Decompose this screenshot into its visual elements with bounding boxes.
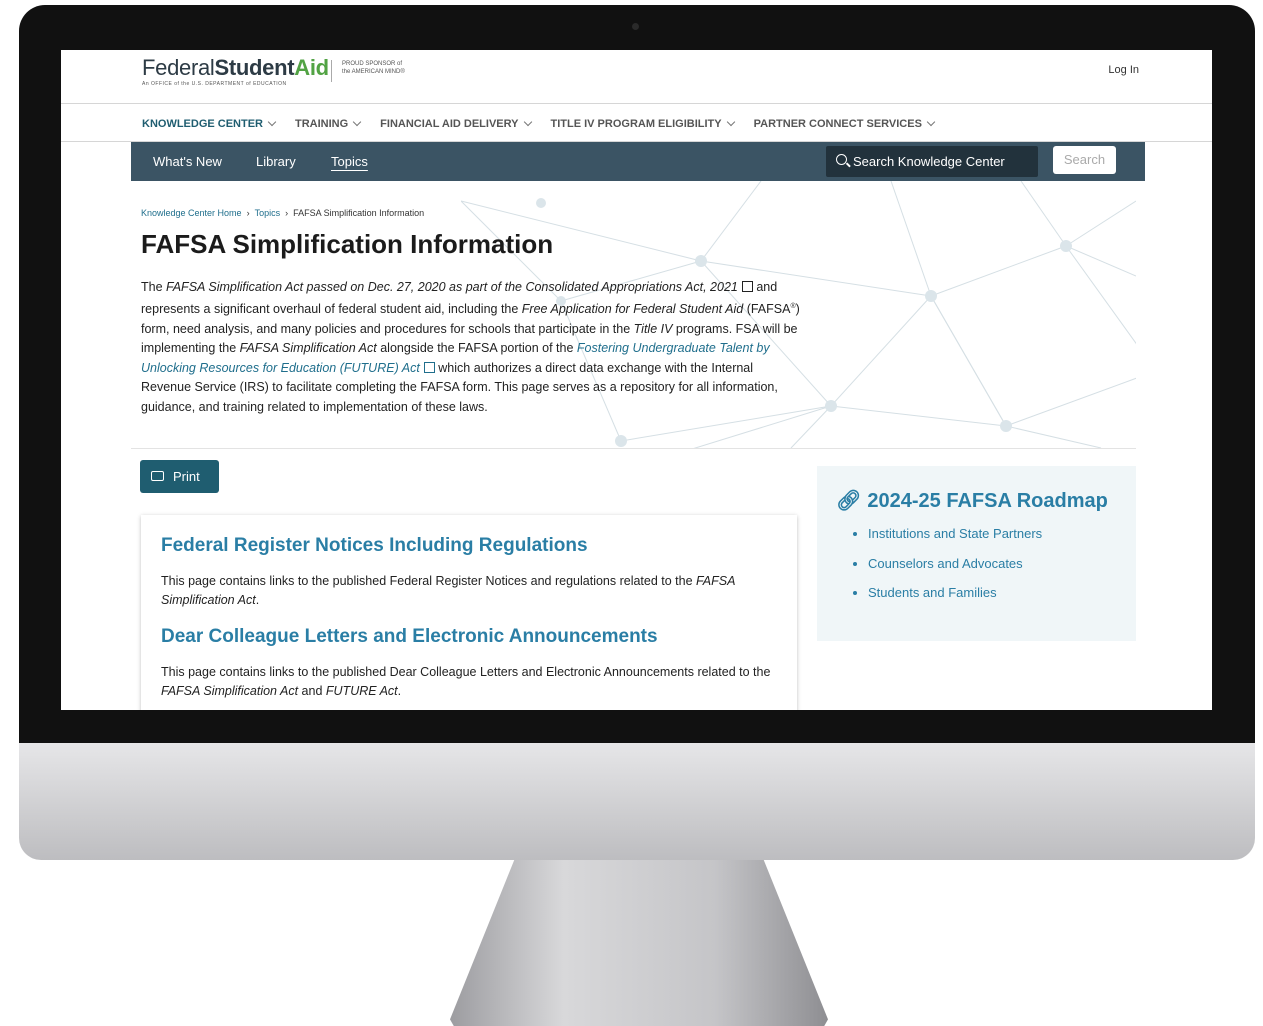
main-nav: KNOWLEDGE CENTER TRAINING FINANCIAL AID … <box>61 103 1212 142</box>
breadcrumb-home[interactable]: Knowledge Center Home <box>141 208 242 218</box>
roadmap-item-institutions[interactable]: Institutions and State Partners <box>868 526 1042 541</box>
subnav-library[interactable]: Library <box>256 154 296 169</box>
chevron-down-icon <box>267 117 277 127</box>
printer-icon <box>151 471 164 481</box>
card-title-federal-register[interactable]: Federal Register Notices Including Regul… <box>161 535 588 557</box>
breadcrumb: Knowledge Center Home › Topics › FAFSA Simpl… <box>141 208 425 218</box>
nav-training[interactable]: TRAINING <box>295 117 362 130</box>
roadmap-item-counselors[interactable]: Counselors and Advocates <box>868 556 1042 571</box>
hero-section: Knowledge Center Home › Topics › FAFSA Simpl… <box>131 181 1136 449</box>
intro-paragraph: The FAFSA Simplification Act passed on D… <box>141 280 800 414</box>
search-button[interactable]: Search <box>1053 146 1116 174</box>
search-icon <box>836 154 847 165</box>
print-button[interactable]: Print <box>140 460 219 493</box>
subnav-topics[interactable]: Topics <box>331 154 368 169</box>
card-desc-federal-register: This page contains links to the publishe… <box>161 574 735 608</box>
chevron-down-icon <box>523 117 532 127</box>
roadmap-panel: 🔗︎2024-25 FAFSA Roadmap Institutions and… <box>817 466 1136 641</box>
nav-knowledge-center[interactable]: KNOWLEDGE CENTER <box>142 117 277 130</box>
nav-financial-aid-delivery[interactable]: FINANCIAL AID DELIVERY <box>380 117 532 130</box>
topics-card: Federal Register Notices Including Regul… <box>141 515 797 710</box>
logo-tagline: An OFFICE of the U.S. DEPARTMENT of EDUC… <box>142 81 287 87</box>
chevron-down-icon <box>352 117 362 127</box>
search-box <box>826 146 1038 177</box>
roadmap-item-students[interactable]: Students and Families <box>868 585 1042 600</box>
page-title: FAFSA Simplification Information <box>141 229 554 259</box>
search-input[interactable] <box>853 152 1033 170</box>
card-title-dear-colleague[interactable]: Dear Colleague Letters and Electronic An… <box>161 626 658 648</box>
nav-title-iv-eligibility[interactable]: TITLE IV PROGRAM ELIGIBILITY <box>551 117 735 130</box>
camera-dot <box>632 23 639 30</box>
breadcrumb-current: FAFSA Simplification Information <box>293 208 425 218</box>
roadmap-title[interactable]: 🔗︎ 2024-25 FAFSA Roadmap <box>836 488 1108 513</box>
external-link-icon <box>423 361 435 373</box>
fafsa-simplification-act-link[interactable]: FAFSA Simplification Act passed on Dec. … <box>166 280 738 294</box>
browser-screen: FederalStudentAid An OFFICE of the U.S. … <box>61 50 1212 710</box>
monitor-chin <box>19 743 1255 860</box>
chevron-down-icon <box>926 117 936 127</box>
nav-partner-connect[interactable]: PARTNER CONNECT SERVICES <box>754 117 936 130</box>
chevron-down-icon <box>726 117 735 127</box>
external-link-icon <box>741 281 753 292</box>
login-link[interactable]: Log In <box>1108 64 1139 76</box>
monitor-stand <box>450 860 828 1026</box>
breadcrumb-topics[interactable]: Topics <box>255 208 281 218</box>
link-icon: 🔗︎ <box>836 490 862 512</box>
sponsor-text: PROUD SPONSOR of the AMERICAN MIND® <box>331 60 405 82</box>
sub-nav: What's New Library Topics Search <box>131 142 1145 181</box>
card-desc-dear-colleague: This page contains links to the publishe… <box>161 665 771 699</box>
subnav-whats-new[interactable]: What's New <box>153 154 222 169</box>
fsa-logo[interactable]: FederalStudentAid An OFFICE of the U.S. … <box>142 56 329 88</box>
site-header: FederalStudentAid An OFFICE of the U.S. … <box>61 50 1212 104</box>
